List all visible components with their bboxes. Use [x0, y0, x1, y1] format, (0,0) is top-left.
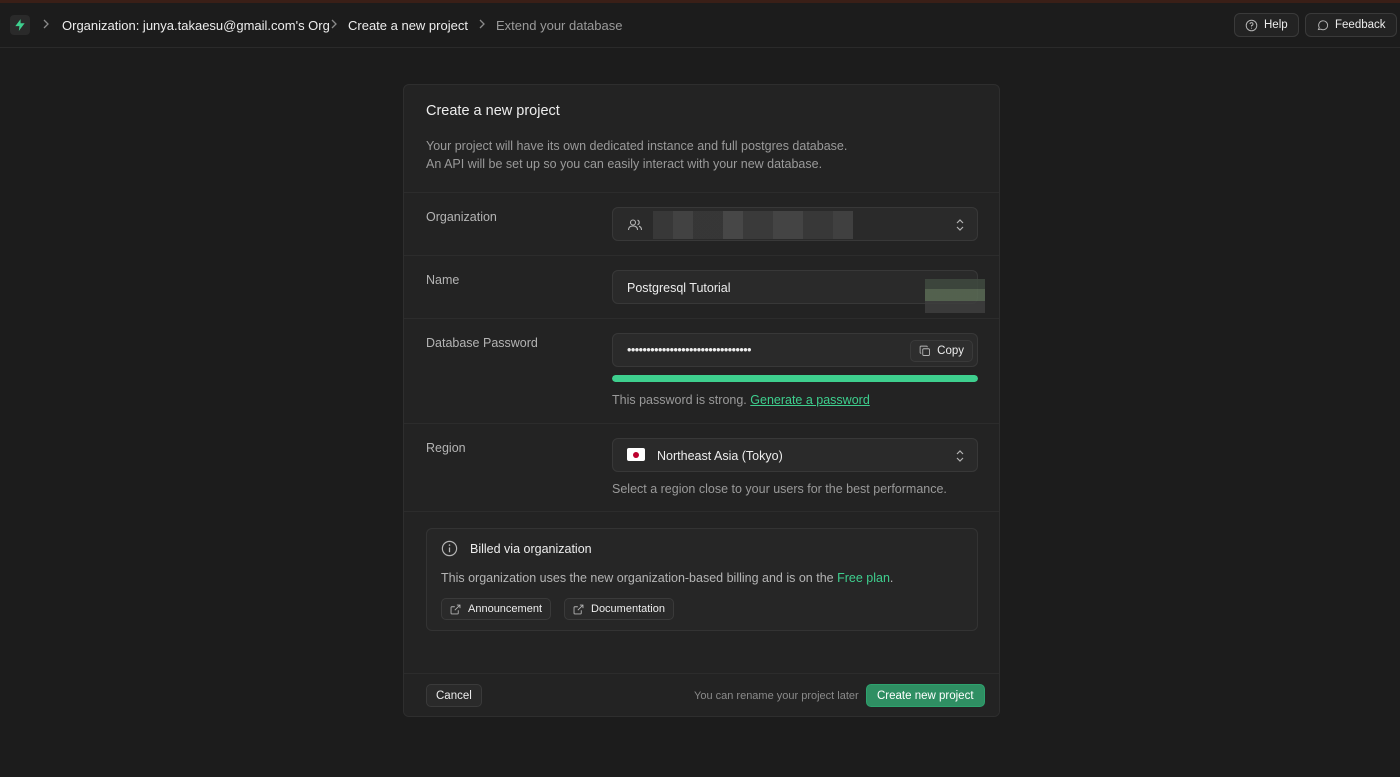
- chevron-up-down-icon: [956, 450, 964, 462]
- region-select[interactable]: Northeast Asia (Tokyo): [612, 438, 978, 472]
- billing-title: Billed via organization: [470, 542, 592, 556]
- copy-icon: [919, 345, 931, 356]
- name-label: Name: [426, 273, 460, 287]
- copy-label: Copy: [937, 345, 964, 357]
- logo[interactable]: [10, 15, 30, 35]
- redacted-organization-name: [653, 211, 853, 239]
- card-title: Create a new project: [426, 103, 560, 119]
- rename-hint: You can rename your project later: [694, 690, 859, 702]
- billing-text-suffix: .: [889, 571, 894, 585]
- organization-label: Organization: [426, 210, 497, 224]
- password-strength-bar: [612, 375, 978, 382]
- card-description: Your project will have its own dedicated…: [426, 137, 847, 173]
- create-project-card: Create a new project Your project will h…: [403, 84, 1000, 717]
- japan-flag-icon: [627, 448, 645, 461]
- users-icon: [627, 219, 643, 231]
- info-icon: [441, 540, 458, 557]
- help-circle-icon: [1245, 19, 1258, 31]
- organization-select[interactable]: [612, 207, 978, 241]
- strength-message: This password is strong.: [612, 393, 747, 407]
- breadcrumb-chevron-icon: [479, 19, 485, 29]
- billing-text-prefix: This organization uses the new organizat…: [441, 571, 838, 585]
- chat-bubble-icon: [1317, 19, 1329, 30]
- documentation-button[interactable]: Documentation: [564, 598, 674, 620]
- project-name-value: Postgresql Tutorial: [627, 281, 731, 295]
- description-line-1: Your project will have its own dedicated…: [426, 139, 848, 153]
- generate-password-link[interactable]: Generate a password: [750, 393, 870, 407]
- project-name-input[interactable]: Postgresql Tutorial: [612, 270, 978, 304]
- external-link-icon: [573, 604, 584, 614]
- billing-text: This organization uses the new organizat…: [441, 571, 893, 585]
- divider: [404, 423, 999, 424]
- card-footer: Cancel You can rename your project later…: [404, 673, 999, 716]
- copy-password-button[interactable]: Copy: [910, 340, 973, 362]
- cancel-button[interactable]: Cancel: [426, 684, 482, 707]
- divider: [404, 255, 999, 256]
- breadcrumb-organization[interactable]: Organization: junya.takaesu@gmail.com's …: [62, 18, 330, 33]
- external-link-icon: [450, 604, 461, 614]
- password-strength-text: This password is strong. Generate a pass…: [612, 393, 870, 407]
- divider: [404, 511, 999, 512]
- announcement-label: Announcement: [468, 603, 542, 615]
- feedback-label: Feedback: [1335, 19, 1386, 31]
- breadcrumb-extend-database[interactable]: Extend your database: [496, 18, 622, 33]
- help-label: Help: [1264, 19, 1288, 31]
- region-value: Northeast Asia (Tokyo): [657, 449, 783, 463]
- description-line-2: An API will be set up so you can easily …: [426, 157, 823, 171]
- documentation-label: Documentation: [591, 603, 665, 615]
- free-plan-link[interactable]: Free plan: [837, 571, 890, 585]
- breadcrumb-create-project[interactable]: Create a new project: [348, 18, 468, 33]
- password-strength-fill: [612, 375, 978, 382]
- top-bar: Organization: junya.takaesu@gmail.com's …: [0, 3, 1400, 48]
- password-value: ••••••••••••••••••••••••••••••••: [627, 343, 752, 357]
- divider: [404, 318, 999, 319]
- help-button[interactable]: Help: [1234, 13, 1299, 37]
- region-helper-text: Select a region close to your users for …: [612, 482, 947, 496]
- region-label: Region: [426, 441, 466, 455]
- divider: [404, 192, 999, 193]
- breadcrumb-chevron-icon: [331, 19, 337, 29]
- lightning-bolt-icon: [15, 19, 25, 31]
- database-password-input[interactable]: •••••••••••••••••••••••••••••••• Copy: [612, 333, 978, 367]
- chevron-up-down-icon: [956, 219, 964, 231]
- feedback-button[interactable]: Feedback: [1305, 13, 1397, 37]
- redacted-region: [925, 269, 985, 319]
- database-password-label: Database Password: [426, 336, 538, 350]
- announcement-button[interactable]: Announcement: [441, 598, 551, 620]
- billing-notice: Billed via organization This organizatio…: [426, 528, 978, 631]
- breadcrumb-chevron-icon: [43, 19, 49, 29]
- create-new-project-button[interactable]: Create new project: [866, 684, 985, 707]
